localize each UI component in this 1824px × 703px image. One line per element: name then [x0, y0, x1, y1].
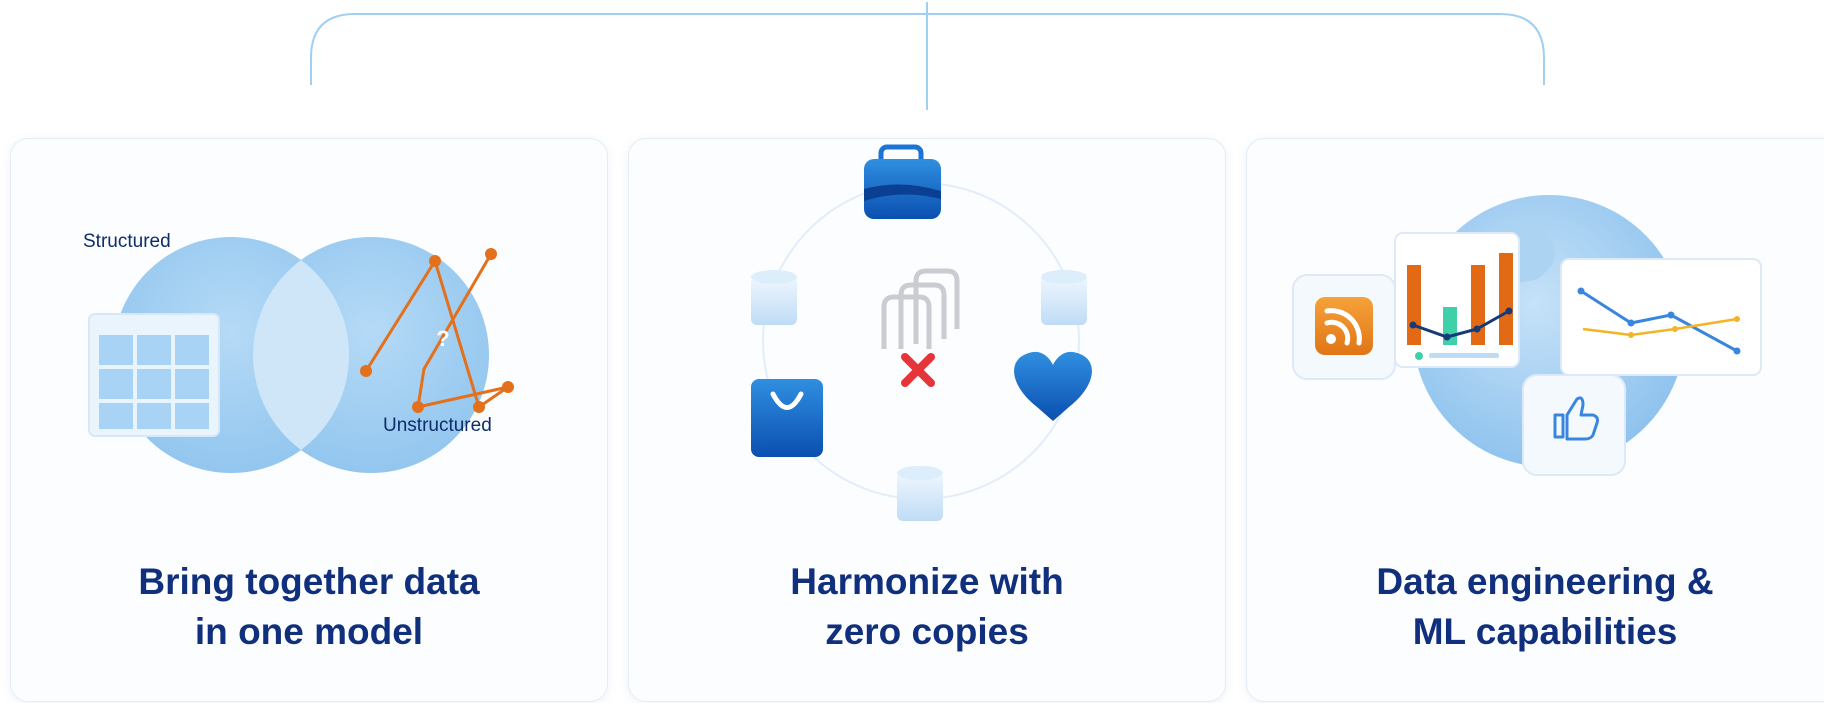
card-title: Harmonize with zero copies [629, 557, 1225, 657]
ml-illustration [1292, 195, 1762, 476]
harmonize-illustration [751, 144, 1092, 521]
copy-icon [881, 268, 960, 349]
thumbs-up-icon [1522, 374, 1626, 476]
label-structured: Structured [83, 231, 171, 252]
connector-lines [310, 2, 1545, 110]
database-icon-right [1041, 270, 1087, 325]
database-icon-left [751, 270, 797, 325]
card-title: Bring together data in one model [11, 557, 607, 657]
bar-chart-icon [1394, 232, 1520, 368]
card-title: Data engineering & ML capabilities [1247, 557, 1824, 657]
card-bring-together-data: ? Structured Unstructured Bring together… [10, 138, 608, 702]
card-harmonize: Harmonize with zero copies [628, 138, 1226, 702]
title-line-1: Data engineering & [1376, 561, 1714, 602]
title-line-2: ML capabilities [1412, 611, 1678, 652]
title-line-1: Bring together data [138, 561, 480, 602]
x-icon [901, 353, 935, 387]
title-line-2: in one model [194, 611, 424, 652]
question-mark: ? [436, 326, 449, 351]
card-data-engineering: Data engineering & ML capabilities [1246, 138, 1824, 702]
title-line-1: Harmonize with [790, 561, 1064, 602]
database-icon-bottom [897, 466, 943, 521]
shopping-bag-icon [751, 379, 823, 457]
heart-icon [1014, 351, 1092, 421]
label-unstructured: Unstructured [383, 415, 492, 436]
venn-illustration: ? Structured Unstructured [83, 231, 514, 473]
title-line-2: zero copies [825, 611, 1029, 652]
briefcase-icon [864, 144, 941, 219]
table-icon [88, 313, 220, 437]
line-chart-icon [1560, 258, 1762, 376]
rss-icon [1292, 274, 1396, 380]
